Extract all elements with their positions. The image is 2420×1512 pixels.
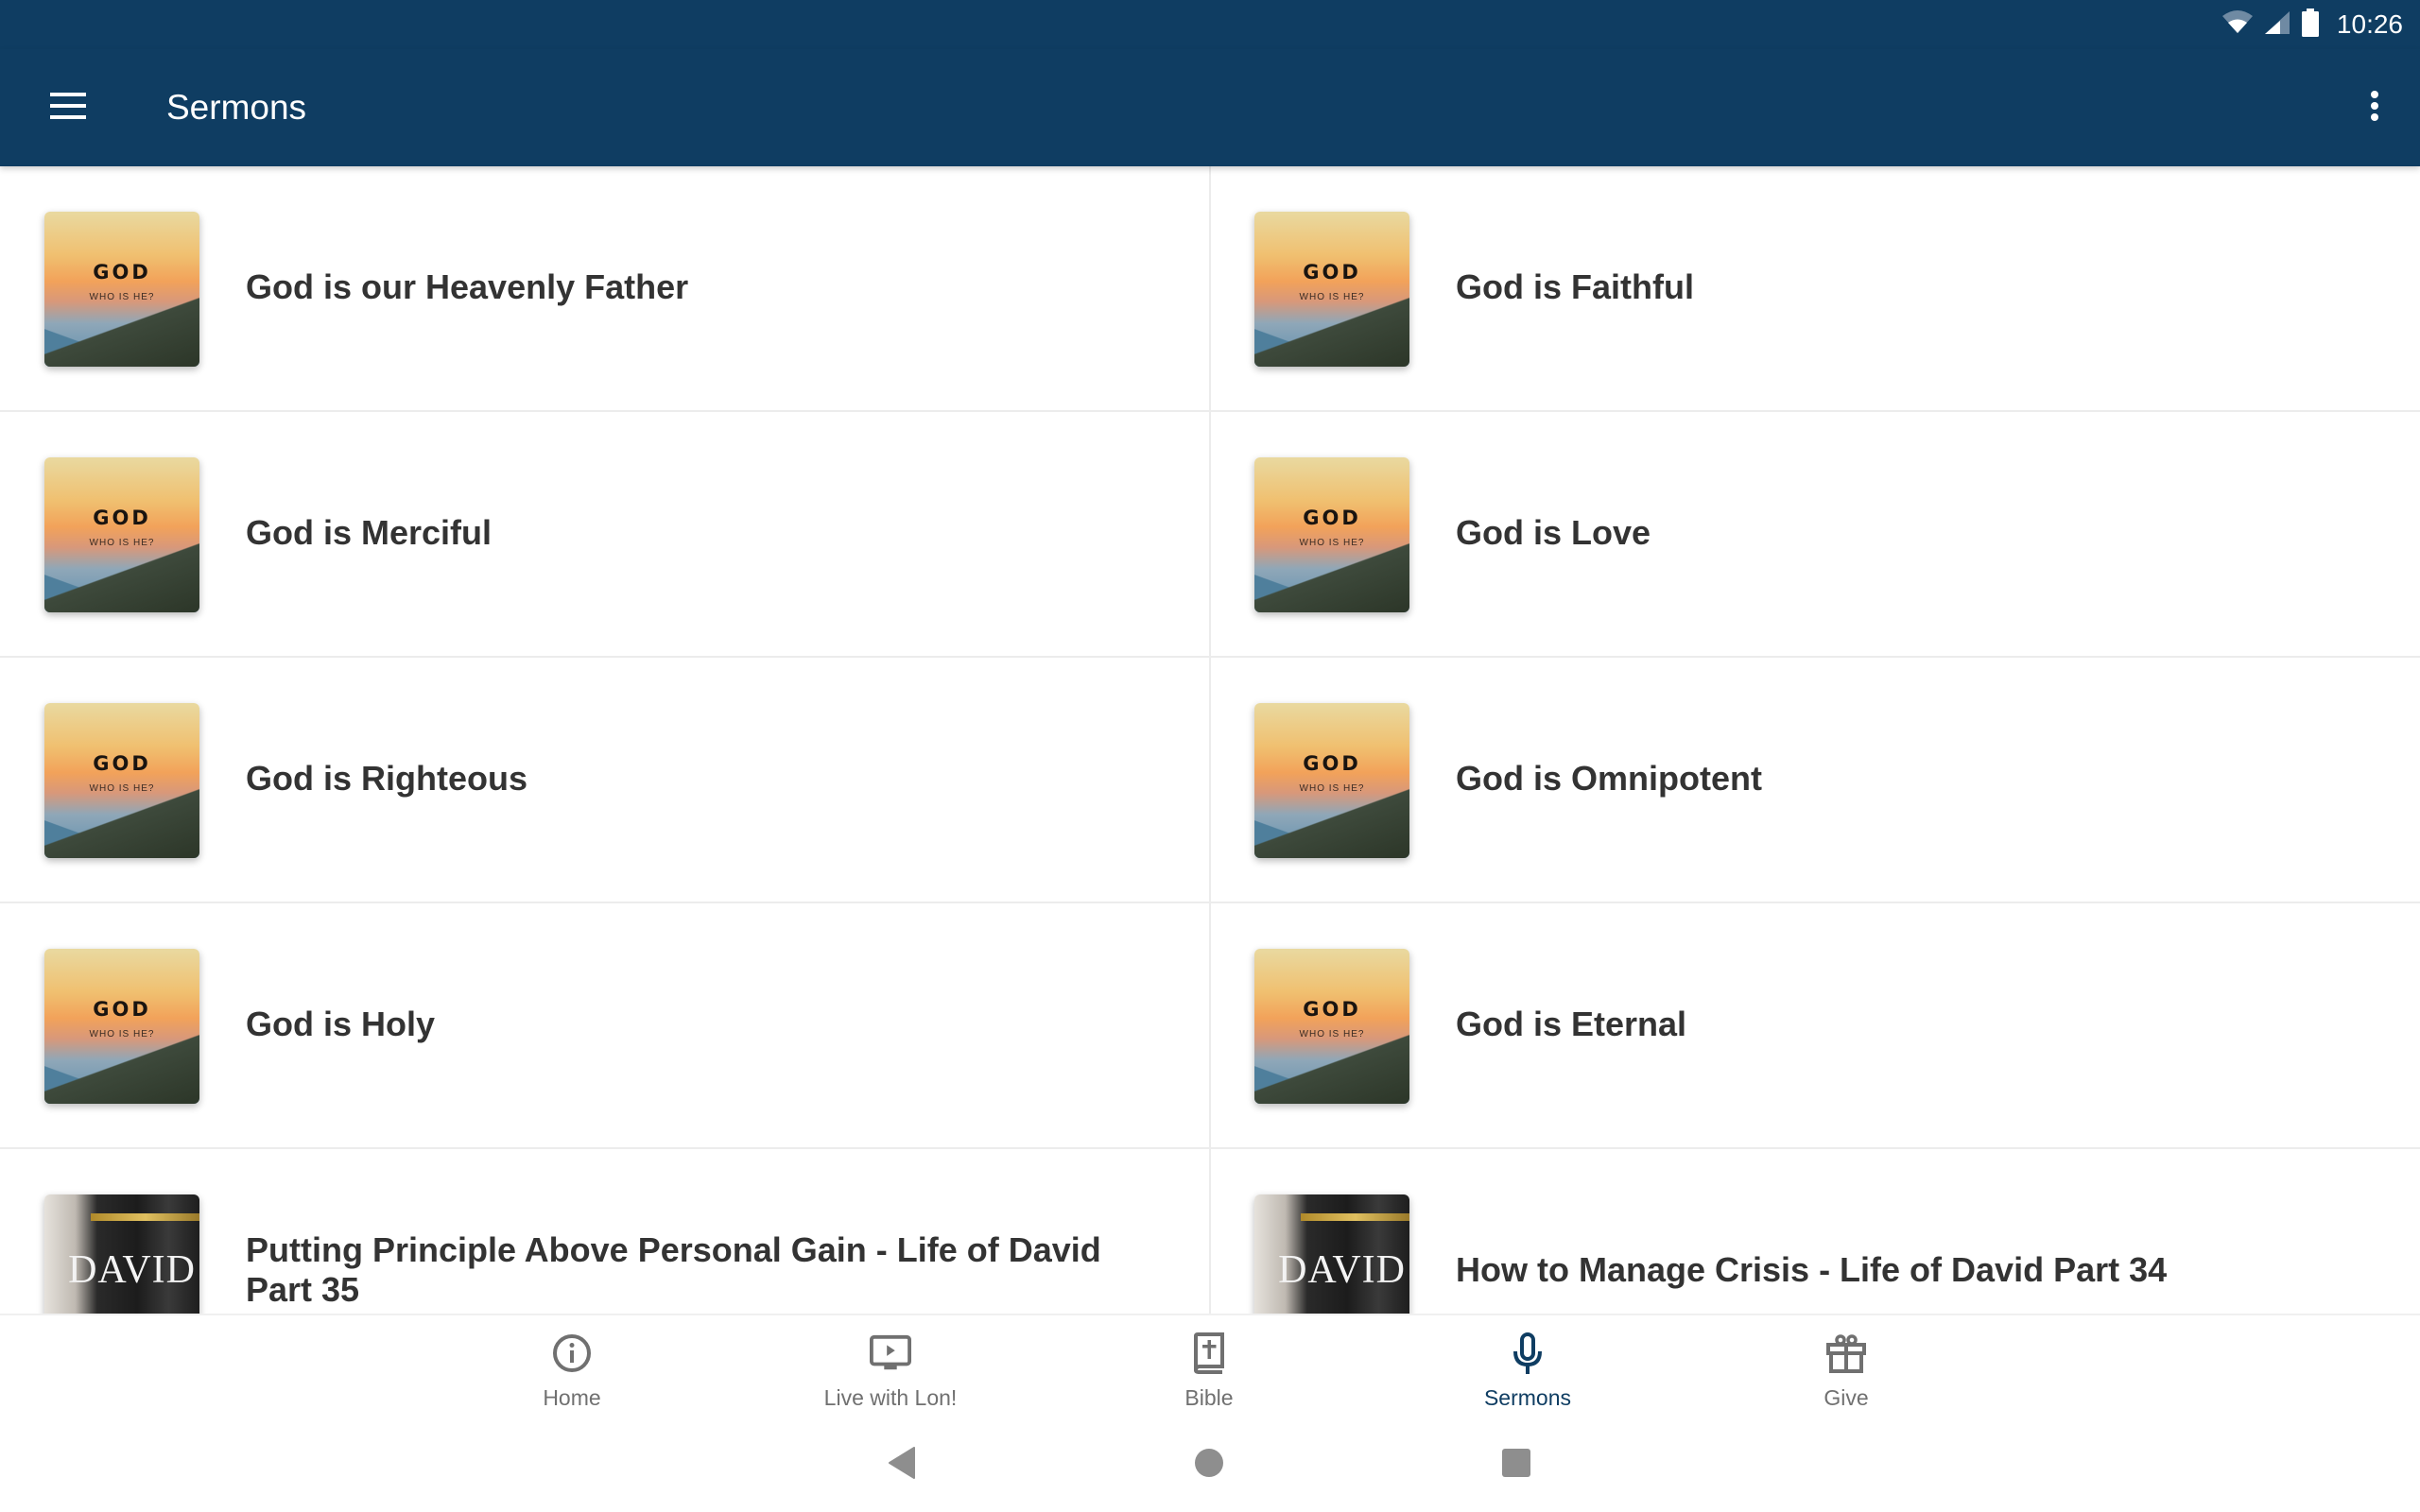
hamburger-menu-icon [50, 92, 86, 124]
bible-icon [1188, 1332, 1230, 1374]
sermon-thumbnail: DAVID [44, 1194, 199, 1314]
thumb-subtitle: WHO IS HE? [89, 538, 155, 548]
microphone-icon [1507, 1332, 1548, 1374]
thumb-title: DAVID [68, 1248, 196, 1292]
thumb-subtitle: WHO IS HE? [1299, 292, 1365, 302]
sermon-title: God is Faithful [1456, 267, 1694, 306]
sermon-title: God is our Heavenly Father [246, 267, 689, 306]
thumb-subtitle: WHO IS HE? [1299, 1029, 1365, 1040]
sermon-thumbnail: DAVID [1254, 1194, 1409, 1314]
gift-icon [1825, 1332, 1867, 1374]
sermon-thumbnail: GOD WHO IS HE? [44, 212, 199, 367]
sermon-title: How to Manage Crisis - Life of David Par… [1456, 1250, 2168, 1289]
thumb-subtitle: WHO IS HE? [89, 783, 155, 794]
thumb-title: GOD [93, 261, 151, 284]
thumb-subtitle: WHO IS HE? [1299, 783, 1365, 794]
more-vert-icon [2370, 90, 2379, 127]
info-circle-icon [551, 1332, 593, 1374]
thumb-title: GOD [93, 507, 151, 529]
sermon-thumbnail: GOD WHO IS HE? [1254, 212, 1409, 367]
nav-label: Give [1824, 1385, 1869, 1410]
menu-button[interactable] [38, 81, 98, 134]
sermon-title: God is Eternal [1456, 1005, 1687, 1043]
nav-label: Sermons [1483, 1385, 1572, 1410]
system-back-button[interactable] [873, 1438, 930, 1491]
system-recents-button[interactable] [1488, 1438, 1545, 1491]
sermon-grid: GOD WHO IS HE? God is our Heavenly Father… [0, 166, 2420, 1314]
sermon-title: God is Love [1456, 513, 1651, 552]
thumb-title: GOD [1303, 261, 1361, 284]
nav-item-bible[interactable]: Bible [1067, 1332, 1351, 1418]
wifi-icon [2221, 9, 2254, 40]
thumb-title: DAVID [1278, 1248, 1406, 1292]
sermon-thumbnail: GOD WHO IS HE? [1254, 949, 1409, 1104]
sermon-card[interactable]: GOD WHO IS HE? God is Love [1211, 412, 2420, 658]
sermon-card[interactable]: GOD WHO IS HE? God is Righteous [0, 658, 1211, 903]
sermon-thumbnail: GOD WHO IS HE? [44, 949, 199, 1104]
sermon-thumbnail: GOD WHO IS HE? [44, 457, 199, 612]
sermon-title: Putting Principle Above Personal Gain - … [246, 1230, 1101, 1309]
system-home-button[interactable] [1181, 1438, 1237, 1491]
app-bar: Sermons [0, 49, 2420, 166]
sermon-card[interactable]: GOD WHO IS HE? God is Holy [0, 903, 1211, 1149]
nav-item-live[interactable]: Live with Lon! [749, 1332, 1032, 1418]
nav-label: Live with Lon! [823, 1385, 958, 1410]
nav-item-sermons[interactable]: Sermons [1386, 1332, 1669, 1418]
sermon-card[interactable]: GOD WHO IS HE? God is our Heavenly Father [0, 166, 1211, 412]
overflow-menu-button[interactable] [2352, 81, 2397, 134]
nav-label: Bible [1184, 1385, 1234, 1410]
recents-square-icon [1501, 1448, 1531, 1483]
sermon-card[interactable]: GOD WHO IS HE? God is Omnipotent [1211, 658, 2420, 903]
sermon-thumbnail: GOD WHO IS HE? [1254, 703, 1409, 858]
sermon-card[interactable]: GOD WHO IS HE? God is Faithful [1211, 166, 2420, 412]
thumb-title: GOD [1303, 507, 1361, 529]
thumb-title: GOD [93, 998, 151, 1021]
status-bar: 10:26 [0, 0, 2420, 49]
system-navigation-bar [0, 1418, 2420, 1512]
thumb-title: GOD [93, 752, 151, 775]
bottom-navigation: Home Live with Lon! Bible Sermons Give [0, 1314, 2420, 1418]
status-icons: 10:26 [2221, 6, 2403, 43]
sermon-card[interactable]: GOD WHO IS HE? God is Eternal [1211, 903, 2420, 1149]
sermon-thumbnail: GOD WHO IS HE? [1254, 457, 1409, 612]
sermon-card[interactable]: DAVID How to Manage Crisis - Life of Dav… [1211, 1149, 2420, 1314]
sermon-list[interactable]: GOD WHO IS HE? God is our Heavenly Father… [0, 166, 2420, 1314]
cell-signal-icon [2263, 9, 2291, 41]
sermon-title: God is Holy [246, 1005, 436, 1043]
tv-play-icon [870, 1332, 911, 1374]
sermon-thumbnail: GOD WHO IS HE? [44, 703, 199, 858]
thumb-title: GOD [1303, 752, 1361, 775]
sermon-card[interactable]: GOD WHO IS HE? God is Merciful [0, 412, 1211, 658]
nav-label: Home [543, 1385, 601, 1410]
thumb-subtitle: WHO IS HE? [89, 292, 155, 302]
thumb-subtitle: WHO IS HE? [1299, 538, 1365, 548]
nav-item-home[interactable]: Home [430, 1332, 714, 1418]
sermon-title: God is Merciful [246, 513, 493, 552]
thumb-subtitle: WHO IS HE? [89, 1029, 155, 1040]
thumb-title: GOD [1303, 998, 1361, 1021]
sermon-title: God is Omnipotent [1456, 759, 1762, 798]
home-circle-icon [1194, 1448, 1224, 1483]
status-time: 10:26 [2336, 9, 2403, 39]
nav-item-give[interactable]: Give [1704, 1332, 1988, 1418]
page-title: Sermons [166, 88, 307, 127]
sermon-card[interactable]: DAVID Putting Principle Above Personal G… [0, 1149, 1211, 1314]
back-icon [888, 1446, 916, 1484]
battery-icon [2301, 8, 2320, 42]
sermon-title: God is Righteous [246, 759, 528, 798]
